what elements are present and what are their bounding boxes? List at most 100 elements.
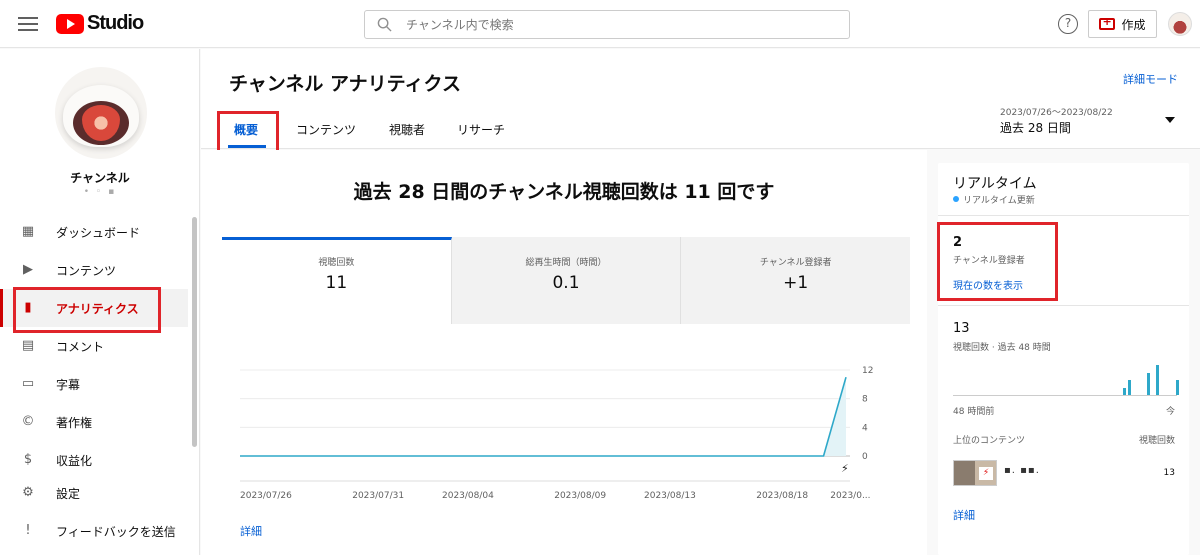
realtime-axis-start: 48 時間前 [953,407,995,417]
x-tick-label: 2023/07/26 [240,491,292,501]
feedback-icon: ! [25,523,31,538]
analytics-icon: ▮ [24,300,32,315]
metric-tabs: 視聴回数 11 総再生時間（時間） 0.1 チャンネル登録者 +1 [222,237,911,324]
show-current-count-link[interactable]: 現在の数を表示 [953,277,1023,292]
tab-audience[interactable]: 視聴者 [389,121,425,138]
sidebar-item-label: ダッシュボード [56,225,141,240]
divider [938,305,1189,306]
menu-icon[interactable] [18,14,38,32]
copyright-icon: © [21,414,35,429]
top-content-views: 13 [1163,468,1175,478]
subtitles-icon: ▭ [21,376,35,391]
metric-value: 0.1 [552,273,580,293]
sidebar-item-label: コメント [56,339,105,354]
realtime-bar[interactable] [1123,387,1127,395]
sidebar-item-label: 設定 [56,486,81,501]
search-icon [377,17,392,32]
realtime-bar[interactable] [1175,380,1179,395]
channel-handle: • ◦ ▪ [83,187,117,197]
metric-label: 総再生時間（時間） [525,258,607,268]
y-tick-label: 0 [862,452,868,462]
sidebar-item-copyright[interactable]: © 著作権 [0,403,188,441]
settings-icon: ⚙ [22,485,34,500]
realtime-update: リアルタイム更新 [953,193,1035,206]
dashboard-icon: ▦ [21,224,35,239]
x-tick-label: 2023/08/13 [644,491,696,501]
views-line-chart: 0 4 8 12 ⚡ 2023/07/26 2023/07/31 2023/08/04 2023… [240,366,873,501]
sidebar-item-dashboard[interactable]: ▦ ダッシュボード [0,213,188,251]
realtime-card: リアルタイム リアルタイム更新 2 チャンネル登録者 現在の数を表示 13 視聴… [938,163,1189,555]
help-icon[interactable]: ? [1058,14,1078,34]
search-input[interactable] [406,17,806,32]
realtime-bar[interactable] [1156,365,1160,395]
tab-overview[interactable]: 概要 [234,121,258,138]
monetization-icon: $ [23,452,33,467]
advanced-mode-link[interactable]: 詳細モード [1123,71,1178,87]
date-range[interactable]: 2023/07/26〜2023/08/22 [1000,105,1113,118]
sidebar-item-label: 字幕 [56,377,81,392]
divider [938,215,1189,216]
see-more-link[interactable]: 詳細 [240,523,262,539]
youtube-play-icon [56,13,84,34]
content-icon: ▶ [23,262,33,277]
x-tick-label: 2023/0... [830,491,870,501]
overview-headline: 過去 28 日間のチャンネル視聴回数は 11 回です [353,181,775,203]
realtime-detail-link[interactable]: 詳細 [953,507,975,523]
sidebar-scrollbar[interactable] [192,217,197,447]
tab-content[interactable]: コンテンツ [296,121,356,138]
metric-views[interactable]: 視聴回数 11 [222,237,452,324]
page-title: チャンネル アナリティクス [229,73,461,95]
sidebar-item-label: コンテンツ [56,263,117,278]
metric-value: +1 [783,273,809,293]
channel-avatar[interactable] [55,67,147,159]
tab-active-indicator [228,145,266,148]
sidebar-item-feedback[interactable]: ! フィードバックを送信 [0,512,188,550]
metric-watch-time[interactable]: 総再生時間（時間） 0.1 [451,237,682,324]
realtime-bar[interactable] [1146,372,1150,395]
realtime-bar[interactable] [1127,380,1131,395]
create-button[interactable]: 作成 [1088,10,1157,38]
sidebar-item-label: アナリティクス [56,301,139,316]
x-tick-label: 2023/08/04 [442,491,494,501]
realtime-subscriber-label: チャンネル登録者 [953,256,1025,266]
top-content-label: 上位のコンテンツ [953,436,1026,446]
analytics-header: チャンネル アナリティクス 詳細モード 概要 コンテンツ 視聴者 リサーチ 20… [201,49,1200,149]
top-content-views-header: 視聴回数 [1138,436,1175,446]
realtime-update-label: リアルタイム更新 [963,196,1035,206]
shorts-marker-icon[interactable]: ⚡ [841,462,849,475]
sidebar-item-content[interactable]: ▶ コンテンツ [0,251,188,289]
video-thumbnail[interactable]: ⚡ [953,460,997,486]
y-tick-label: 4 [862,423,868,433]
top-content-title[interactable]: ▪. ▪▪. [1004,465,1040,476]
create-label: 作成 [1121,17,1146,32]
date-period-select[interactable]: 過去 28 日間 [1000,119,1071,136]
y-tick-label: 8 [862,395,868,405]
sidebar: チャンネル • ◦ ▪ ▦ ダッシュボード ▶ コンテンツ ▮ アナリティクス ▤ コメント ▭… [0,49,200,555]
search-box[interactable] [364,10,850,39]
y-tick-label: 12 [862,366,873,376]
sidebar-item-settings[interactable]: ⚙ 設定 [0,474,188,512]
chevron-down-icon[interactable] [1165,117,1175,123]
studio-logo[interactable]: Studio [56,12,144,35]
metric-subscribers[interactable]: チャンネル登録者 +1 [681,237,911,324]
realtime-view-count: 13 [953,321,970,336]
top-bar: Studio ? 作成 [0,0,1200,48]
logo-text: Studio [87,12,144,34]
x-tick-label: 2023/07/31 [352,491,404,501]
realtime-axis-end: 今 [1165,407,1175,417]
active-indicator [0,289,3,327]
tab-research[interactable]: リサーチ [457,121,505,138]
x-tick-label: 2023/08/09 [554,491,606,501]
realtime-bar-chart [953,351,1179,396]
account-avatar[interactable] [1168,12,1192,36]
series-line [240,376,847,457]
sidebar-item-label: 著作権 [56,415,93,430]
sidebar-item-analytics[interactable]: ▮ アナリティクス [0,289,188,327]
live-dot-icon [953,196,959,202]
sidebar-item-subtitles[interactable]: ▭ 字幕 [0,365,188,403]
sidebar-item-label: 収益化 [56,453,93,468]
x-tick-label: 2023/08/18 [756,491,808,501]
overview-card: 過去 28 日間のチャンネル視聴回数は 11 回です 視聴回数 11 総再生時間… [201,150,927,555]
realtime-title: リアルタイム [953,176,1037,192]
sidebar-item-comment[interactable]: ▤ コメント [0,327,188,365]
